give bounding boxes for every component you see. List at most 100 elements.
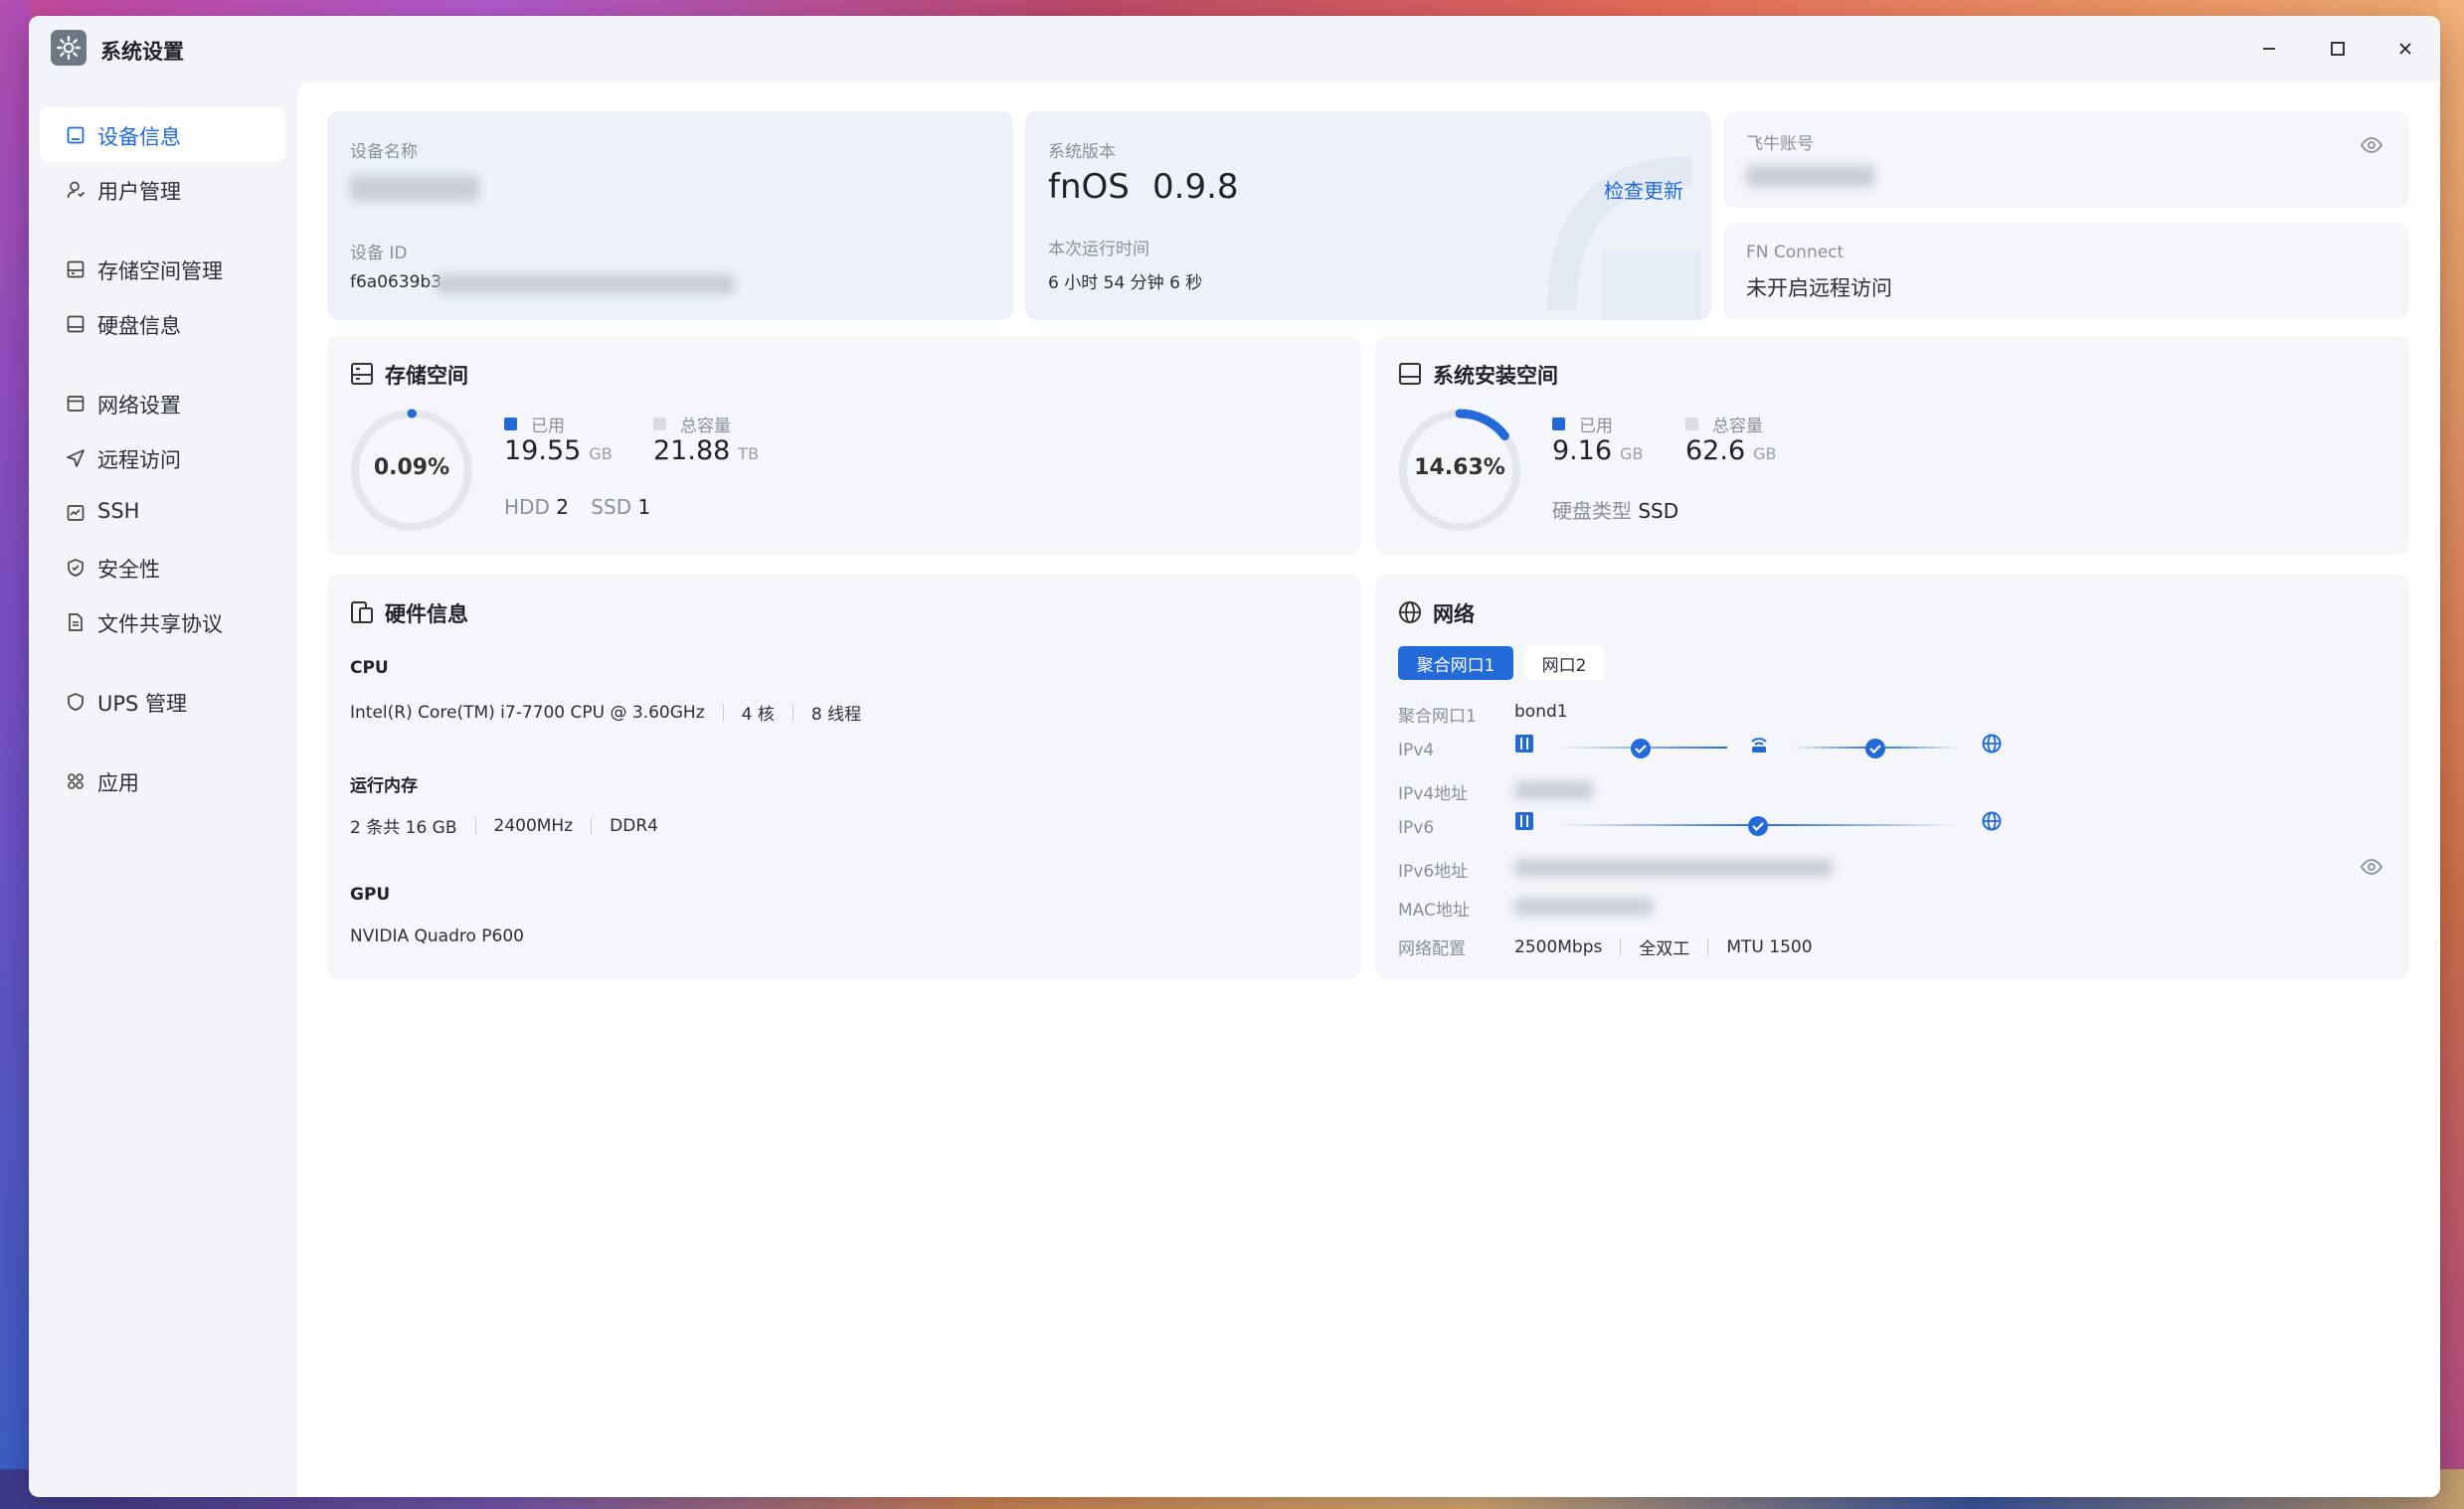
storage-total-value: 21.88 TB bbox=[653, 435, 760, 466]
sidebar-item-network[interactable]: 网络设置 bbox=[40, 376, 285, 430]
globe-icon bbox=[1399, 601, 1421, 623]
account-redacted bbox=[1746, 165, 1875, 187]
sidebar-item-users[interactable]: 用户管理 bbox=[40, 162, 285, 217]
mac-address-label: MAC地址 bbox=[1398, 901, 1470, 921]
iface-label: 聚合网口1 bbox=[1398, 707, 1477, 727]
sidebar-item-remote-access[interactable]: 远程访问 bbox=[40, 430, 285, 485]
sidebar-item-disk[interactable]: 硬盘信息 bbox=[40, 296, 285, 351]
gpu-info: NVIDIA Quadro P600 bbox=[350, 926, 524, 946]
check-update-link[interactable]: 检查更新 bbox=[1604, 175, 1683, 204]
storage-percent: 0.09% bbox=[373, 455, 450, 480]
device-id-redacted bbox=[437, 274, 735, 294]
system-version-label: 系统版本 bbox=[1048, 142, 1116, 162]
ipv6-address-redacted bbox=[1514, 859, 1833, 877]
storage-used-value: 19.55 GB bbox=[504, 435, 613, 466]
nas-device-icon bbox=[1515, 735, 1533, 753]
network-icon bbox=[67, 396, 85, 412]
sidebar-item-label: SSH bbox=[97, 499, 140, 523]
minimize-icon bbox=[2263, 48, 2275, 50]
check-circle-icon bbox=[1748, 816, 1768, 836]
internet-globe-icon bbox=[1982, 734, 2002, 754]
eye-icon[interactable] bbox=[2360, 133, 2383, 157]
check-circle-icon bbox=[1865, 739, 1885, 758]
hardware-icon bbox=[351, 601, 373, 623]
storage-total-legend: 总容量 bbox=[653, 412, 731, 436]
system-install-percent: 14.63% bbox=[1414, 455, 1505, 480]
maximize-button[interactable] bbox=[2323, 34, 2353, 64]
close-icon bbox=[2399, 43, 2411, 55]
cpu-label: CPU bbox=[350, 658, 389, 678]
sidebar-item-label: 网络设置 bbox=[97, 394, 181, 418]
window-title: 系统设置 bbox=[100, 40, 184, 64]
os-version: 0.9.8 bbox=[1152, 167, 1239, 207]
send-icon bbox=[67, 449, 85, 467]
fn-connect-value: 未开启远程访问 bbox=[1746, 276, 1892, 300]
sidebar-item-label: 用户管理 bbox=[97, 180, 181, 204]
sidebar-item-storage[interactable]: 存储空间管理 bbox=[40, 242, 285, 296]
storage-used-legend: 已用 bbox=[504, 412, 565, 436]
network-config-label: 网络配置 bbox=[1398, 939, 1466, 959]
minimize-button[interactable] bbox=[2254, 34, 2284, 64]
sidebar-item-label: 硬盘信息 bbox=[97, 314, 181, 338]
user-icon bbox=[67, 181, 86, 199]
tab-port2[interactable]: 网口2 bbox=[1524, 646, 1604, 680]
check-circle-icon bbox=[1631, 739, 1651, 758]
sidebar-item-label: 存储空间管理 bbox=[97, 259, 223, 283]
system-install-used-value: 9.16 GB bbox=[1552, 435, 1644, 466]
sidebar-item-file-sharing[interactable]: 文件共享协议 bbox=[40, 594, 285, 649]
sidebar-item-ups[interactable]: UPS 管理 bbox=[40, 674, 285, 729]
file-icon bbox=[69, 613, 83, 631]
fn-connect-label: FN Connect bbox=[1746, 243, 1845, 262]
device-name-redacted bbox=[350, 175, 479, 201]
disk-icon bbox=[67, 315, 85, 333]
main-content: 设备名称 设备 ID f6a0639b3 系统版本 fnOS 0.9.8 检查更… bbox=[297, 82, 2440, 1497]
sidebar-item-label: 安全性 bbox=[97, 558, 160, 582]
disk-icon bbox=[1399, 363, 1421, 385]
storage-card: 存储空间 0.09% 已用 19.55 GB 总容量 21.88 TB HDD 2 … bbox=[327, 336, 1361, 555]
eye-icon[interactable] bbox=[2360, 855, 2383, 879]
nas-device-icon bbox=[1515, 812, 1533, 830]
fn-connect-card: FN Connect 未开启远程访问 bbox=[1723, 223, 2409, 320]
system-install-total-value: 62.6 GB bbox=[1685, 435, 1777, 466]
sidebar-item-label: UPS 管理 bbox=[97, 692, 188, 716]
uptime-label: 本次运行时间 bbox=[1048, 240, 1149, 259]
sidebar-item-device-info[interactable]: 设备信息 bbox=[40, 107, 285, 162]
close-button[interactable] bbox=[2390, 34, 2420, 64]
system-install-title: 系统安装空间 bbox=[1433, 364, 1558, 388]
os-name: fnOS bbox=[1048, 167, 1130, 207]
ram-label: 运行内存 bbox=[350, 776, 418, 796]
ipv6-label: IPv6 bbox=[1398, 818, 1435, 838]
account-label: 飞牛账号 bbox=[1746, 134, 1814, 154]
sidebar-item-label: 远程访问 bbox=[97, 448, 181, 472]
network-card: 网络 聚合网口1 网口2 聚合网口1 bond1 IPv4 IPv4地址 IPv… bbox=[1375, 575, 2409, 980]
sidebar-item-ssh[interactable]: SSH bbox=[40, 485, 285, 540]
sidebar-item-label: 设备信息 bbox=[97, 125, 181, 149]
tab-bond1[interactable]: 聚合网口1 bbox=[1398, 646, 1513, 680]
sidebar-item-label: 文件共享协议 bbox=[97, 612, 223, 636]
internet-globe-icon bbox=[1982, 811, 2002, 831]
system-install-used-legend: 已用 bbox=[1552, 412, 1613, 436]
hardware-title: 硬件信息 bbox=[385, 602, 468, 626]
storage-icon bbox=[351, 363, 373, 385]
settings-window: 系统设置 设备信息 用户管理 存储空间管理 硬盘信息 网络设置 远程访问 SSH… bbox=[29, 16, 2440, 1497]
ipv6-address-label: IPv6地址 bbox=[1398, 862, 1469, 882]
terminal-icon bbox=[67, 505, 85, 521]
maximize-icon bbox=[2331, 42, 2345, 56]
uptime-value: 6 小时 54 分钟 6 秒 bbox=[1048, 273, 1203, 293]
sidebar-item-apps[interactable]: 应用 bbox=[40, 754, 285, 808]
ups-shield-icon bbox=[68, 693, 84, 711]
ram-info: 2 条共 16 GB 2400MHz DDR4 bbox=[350, 815, 658, 839]
network-title: 网络 bbox=[1433, 602, 1475, 626]
hardware-card: 硬件信息 CPU Intel(R) Core(TM) i7-7700 CPU @… bbox=[327, 575, 1361, 980]
network-config-value: 2500Mbps 全双工 MTU 1500 bbox=[1514, 936, 1813, 960]
system-install-total-legend: 总容量 bbox=[1685, 412, 1763, 436]
ipv4-label: IPv4 bbox=[1398, 741, 1435, 760]
iface-value: bond1 bbox=[1514, 702, 1568, 722]
cpu-info: Intel(R) Core(TM) i7-7700 CPU @ 3.60GHz 4… bbox=[350, 702, 862, 726]
disk-counts: HDD 2 SSD 1 bbox=[504, 495, 651, 519]
sidebar-item-security[interactable]: 安全性 bbox=[40, 540, 285, 594]
settings-gear-icon bbox=[51, 30, 87, 66]
title-bar[interactable]: 系统设置 bbox=[29, 16, 2440, 82]
device-id-value: f6a0639b3 bbox=[350, 272, 442, 292]
device-card: 设备名称 设备 ID f6a0639b3 bbox=[327, 111, 1013, 320]
